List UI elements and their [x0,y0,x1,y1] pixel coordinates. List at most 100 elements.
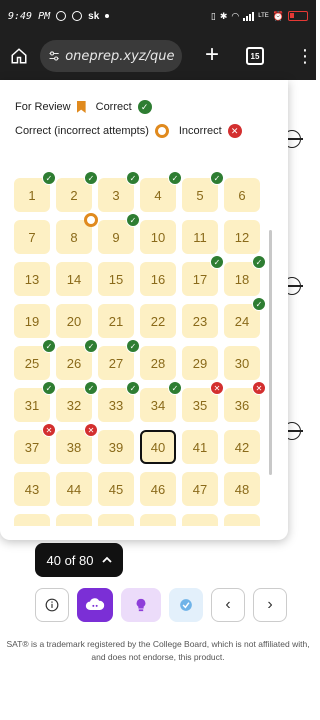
trademark-disclaimer: SAT® is a trademark registered by the Co… [6,639,310,662]
question-number: 40 [150,439,166,455]
question-number: 23 [192,313,208,329]
question-cell[interactable]: 8 [56,213,98,254]
question-cell[interactable]: 22 [140,304,176,338]
question-number: 37 [24,439,40,455]
question-cell[interactable]: 10 [140,220,176,254]
question-cell[interactable]: 15 [98,262,134,296]
check-circle-icon: ✓ [126,339,140,353]
question-cell[interactable]: 52 [140,514,176,526]
check-circle-icon: ✓ [42,339,56,353]
question-cell[interactable]: 33 ✓ [98,381,140,422]
question-cell[interactable]: 34 ✓ [140,381,182,422]
question-cell[interactable]: 38 ✕ [56,423,98,464]
question-cell[interactable]: 26 ✓ [56,339,98,380]
question-cell[interactable]: 31 ✓ [14,381,56,422]
question-number: 28 [150,355,166,371]
network-type-label: LTE [258,13,269,19]
question-cell[interactable]: 35 ✕ [182,381,224,422]
hint-button[interactable] [121,588,161,622]
next-question-button[interactable]: › [253,588,287,622]
question-grid: 1 ✓ 2 ✓ 3 ✓ 4 ✓ 5 ✓ 6 7 8 9 ✓ 10 11 12 13 14 15 16 17 ✓ 18 ✓ 19 20 2… [14,166,266,526]
question-cell[interactable]: 20 [56,304,92,338]
question-number: 19 [24,313,40,329]
question-cell[interactable]: 46 [140,472,176,506]
question-cell[interactable]: 23 [182,304,218,338]
browser-menu-button[interactable]: ⋮ [296,47,314,65]
question-cell[interactable]: 24 ✓ [224,297,266,338]
question-cell[interactable]: 37 ✕ [14,423,56,464]
question-cell[interactable]: 54 [224,514,260,526]
question-cell[interactable]: 47 [182,472,218,506]
question-cell[interactable]: 49 [14,514,50,526]
question-cell[interactable]: 42 [224,430,260,464]
question-cell[interactable]: 43 [14,472,50,506]
question-cell[interactable]: 32 ✓ [56,381,98,422]
question-number: 34 [150,397,166,413]
check-answer-button[interactable] [169,588,203,622]
new-tab-button[interactable]: + [200,43,224,68]
question-cell[interactable]: 53 [182,514,218,526]
question-number: 47 [192,481,208,497]
url-text: oneprep.xyz/questi [65,48,174,64]
check-circle-icon: ✓ [42,381,56,395]
site-settings-icon[interactable] [48,49,60,63]
question-cell[interactable]: 44 [56,472,92,506]
legend-incorrect-label: Incorrect [178,125,222,137]
question-cell[interactable]: 45 [98,472,134,506]
question-cell[interactable]: 39 [98,430,134,464]
info-button[interactable] [35,588,69,622]
question-cell[interactable]: 2 ✓ [56,171,98,212]
ai-assistant-button[interactable] [77,588,113,622]
question-number: 33 [108,397,124,413]
system-navigation-bar [0,710,316,720]
question-cell[interactable]: 21 [98,304,134,338]
question-cell[interactable]: 36 ✕ [224,381,266,422]
question-cell[interactable]: 40 [140,430,176,464]
question-cell[interactable]: 5 ✓ [182,171,224,212]
check-circle-icon: ✓ [252,297,266,311]
question-cell[interactable]: 13 [14,262,50,296]
check-circle-icon: ✓ [210,255,224,269]
question-cell[interactable]: 3 ✓ [98,171,140,212]
question-cell[interactable]: 25 ✓ [14,339,56,380]
question-cell[interactable]: 48 [224,472,260,506]
question-cell[interactable]: 27 ✓ [98,339,140,380]
question-cell[interactable]: 16 [140,262,176,296]
previous-question-button[interactable]: ‹ [211,588,245,622]
url-bar[interactable]: oneprep.xyz/questi [40,40,182,72]
question-number: 16 [150,271,166,287]
question-number: 36 [234,397,250,413]
question-number: 5 [196,187,204,203]
question-cell[interactable]: 19 [14,304,50,338]
grid-scrollbar[interactable] [269,230,272,475]
question-cell[interactable]: 12 [224,220,260,254]
question-cell[interactable]: 30 [224,346,260,380]
question-number: 11 [193,229,207,245]
question-number: 14 [66,271,82,287]
question-cell[interactable]: 41 [182,430,218,464]
question-cell[interactable]: 17 ✓ [182,255,224,296]
question-cell[interactable]: 4 ✓ [140,171,182,212]
home-button[interactable] [8,45,30,67]
question-number: 54 [235,524,249,527]
question-cell[interactable]: 18 ✓ [224,255,266,296]
tab-switcher-button[interactable]: 15 [246,47,264,65]
question-cell[interactable]: 28 [140,346,176,380]
question-cell[interactable]: 51 [98,514,134,526]
question-cell[interactable]: 14 [56,262,92,296]
question-number: 43 [24,481,40,497]
question-number: 6 [238,187,246,203]
question-cell[interactable]: 9 ✓ [98,213,140,254]
question-cell[interactable]: 6 [224,178,260,212]
question-cell[interactable]: 50 [56,514,92,526]
check-circle-icon: ✓ [252,255,266,269]
question-cell[interactable]: 1 ✓ [14,171,56,212]
x-circle-icon: ✕ [252,381,266,395]
wifi-icon: ◠ [231,10,240,21]
browser-toolbar: oneprep.xyz/questi + 15 ⋮ [0,32,316,80]
question-cell[interactable]: 11 [182,220,218,254]
question-cell[interactable]: 29 [182,346,218,380]
question-cell[interactable]: 7 [14,220,50,254]
question-number: 3 [112,187,120,203]
question-counter-button[interactable]: 40 of 80 [35,543,123,577]
